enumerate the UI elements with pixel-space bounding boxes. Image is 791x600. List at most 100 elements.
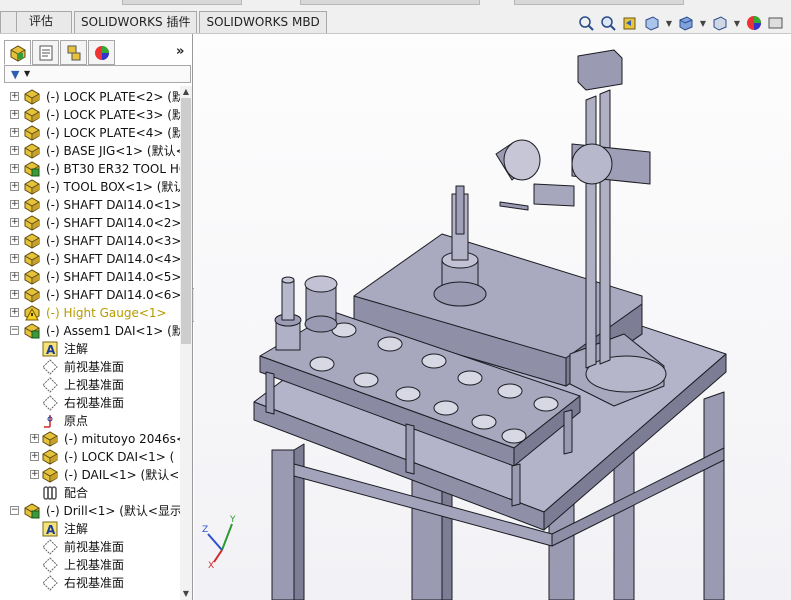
- tree-item[interactable]: + (-) DAIL<1> (默认<: [0, 466, 180, 484]
- tree-item[interactable]: + (-) SHAFT DAI14.0<5>: [0, 268, 180, 286]
- tree-item[interactable]: + (-) SHAFT DAI14.0<4>: [0, 250, 180, 268]
- tree-item[interactable]: − (-) Assem1 DAI<1> (默: [0, 322, 180, 340]
- tree-item[interactable]: A 注解: [0, 520, 180, 538]
- tab-solidworks-addins[interactable]: SOLIDWORKS 插件: [74, 11, 198, 33]
- configuration-manager-icon[interactable]: [60, 40, 87, 65]
- tree-item-label: 注解: [64, 522, 89, 536]
- plane-icon: [42, 575, 58, 591]
- ribbon-edge: [300, 0, 480, 5]
- assembly-icon: [24, 503, 40, 519]
- annotation-icon: A: [42, 521, 58, 537]
- tree-item[interactable]: 上视基准面: [0, 376, 180, 394]
- tab-evaluate-label: 评估: [29, 14, 54, 28]
- scroll-down-arrow-icon[interactable]: ▼: [180, 588, 192, 600]
- ribbon-edge: [122, 0, 242, 5]
- tree-item[interactable]: + (-) SHAFT DAI14.0<3>: [0, 232, 180, 250]
- tree-item[interactable]: − (-) Drill<1> (默认<显示: [0, 502, 180, 520]
- expand-icon[interactable]: +: [10, 200, 19, 209]
- tree-item[interactable]: + (-) LOCK PLATE<4> (默: [0, 124, 180, 142]
- origin-icon: [42, 413, 58, 429]
- tree-item[interactable]: 前视基准面: [0, 538, 180, 556]
- tree-item[interactable]: + (-) LOCK PLATE<2> (默: [0, 88, 180, 106]
- tree-item[interactable]: + (-) Hight Gauge<1>: [0, 304, 180, 322]
- part-icon: [24, 287, 40, 303]
- expand-icon[interactable]: +: [10, 254, 19, 263]
- previous-view-icon[interactable]: [621, 14, 639, 32]
- tree-item-label: (-) SHAFT DAI14.0<3>: [46, 234, 180, 248]
- more-tabs-button[interactable]: »: [176, 44, 184, 59]
- part-icon: [24, 269, 40, 285]
- expand-icon[interactable]: +: [10, 290, 19, 299]
- triad-z-label: Z: [202, 525, 208, 535]
- tree-item[interactable]: + (-) SHAFT DAI14.0<6>: [0, 286, 180, 304]
- tree-item-label: (-) Assem1 DAI<1> (默: [46, 324, 180, 338]
- zoom-to-fit-icon[interactable]: [577, 14, 595, 32]
- tree-item-label: 上视基准面: [64, 558, 125, 572]
- tab-evaluate[interactable]: 评估: [0, 11, 72, 33]
- property-manager-icon[interactable]: [32, 40, 59, 65]
- tree-item[interactable]: A 注解: [0, 340, 180, 358]
- scroll-up-arrow-icon[interactable]: ▲: [180, 86, 192, 98]
- ribbon-edge: [514, 0, 684, 5]
- tree-item[interactable]: + (-) LOCK DAI<1> (: [0, 448, 180, 466]
- appearance-icon[interactable]: [745, 14, 763, 32]
- panel-tabs: [4, 40, 115, 66]
- expand-icon[interactable]: +: [10, 308, 19, 317]
- tree-item[interactable]: 原点: [0, 412, 180, 430]
- tree-item[interactable]: 前视基准面: [0, 358, 180, 376]
- tree-item[interactable]: 配合: [0, 484, 180, 502]
- tree-item[interactable]: 右视基准面: [0, 574, 180, 592]
- tree-item[interactable]: + (-) BASE JIG<1> (默认<: [0, 142, 180, 160]
- tree-item-label: (-) LOCK DAI<1> (: [64, 450, 175, 464]
- scene-icon[interactable]: [767, 14, 785, 32]
- tree-item-label: 右视基准面: [64, 576, 125, 590]
- tree-item[interactable]: 右视基准面: [0, 394, 180, 412]
- tree-item[interactable]: + (-) BT30 ER32 TOOL HO: [0, 160, 180, 178]
- plane-icon: [42, 395, 58, 411]
- expand-icon[interactable]: +: [30, 434, 39, 443]
- display-style-icon[interactable]: [711, 14, 729, 32]
- expand-icon[interactable]: +: [10, 110, 19, 119]
- collapse-icon[interactable]: −: [10, 506, 19, 515]
- view-orientation-icon[interactable]: [677, 14, 695, 32]
- tree-item[interactable]: + (-) mitutoyo 2046s<: [0, 430, 180, 448]
- expand-icon[interactable]: +: [30, 452, 39, 461]
- expand-icon[interactable]: +: [10, 236, 19, 245]
- command-tabs: 评估 SOLIDWORKS 插件 SOLIDWORKS MBD: [0, 11, 329, 33]
- scroll-thumb[interactable]: [181, 98, 191, 344]
- tree-item-label: 前视基准面: [64, 540, 125, 554]
- tree-item-label: (-) SHAFT DAI14.0<6>: [46, 288, 180, 302]
- tree-item[interactable]: + (-) SHAFT DAI14.0<2>: [0, 214, 180, 232]
- display-manager-icon[interactable]: [88, 40, 115, 65]
- expand-icon[interactable]: +: [10, 92, 19, 101]
- expand-icon[interactable]: +: [10, 272, 19, 281]
- collapse-icon[interactable]: −: [10, 326, 19, 335]
- graphics-area[interactable]: Y Z X: [194, 34, 791, 600]
- tab-solidworks-mbd[interactable]: SOLIDWORKS MBD: [199, 11, 327, 33]
- expand-icon[interactable]: +: [30, 470, 39, 479]
- tree-item[interactable]: + (-) LOCK PLATE<3> (默: [0, 106, 180, 124]
- tree-scrollbar[interactable]: ▲ ▼: [180, 86, 192, 600]
- tree-item-label: (-) SHAFT DAI14.0<5>: [46, 270, 180, 284]
- chevron-down-icon[interactable]: ▼: [699, 14, 707, 32]
- feature-manager-icon[interactable]: [4, 40, 31, 65]
- part-icon: [24, 233, 40, 249]
- expand-icon[interactable]: +: [10, 128, 19, 137]
- chevron-down-icon[interactable]: ▼: [665, 14, 673, 32]
- section-view-icon[interactable]: [643, 14, 661, 32]
- tree-item[interactable]: 上视基准面: [0, 556, 180, 574]
- triad-y-label: Y: [229, 515, 236, 525]
- expand-icon[interactable]: +: [10, 182, 19, 191]
- zoom-area-icon[interactable]: [599, 14, 617, 32]
- tree-item[interactable]: + (-) TOOL BOX<1> (默认: [0, 178, 180, 196]
- expand-icon[interactable]: +: [10, 146, 19, 155]
- expand-icon[interactable]: +: [10, 164, 19, 173]
- chevron-down-icon[interactable]: ▼: [733, 14, 741, 32]
- tree-item[interactable]: + (-) SHAFT DAI14.0<1>: [0, 196, 180, 214]
- feature-manager-panel: » ▼ ▼ + (-) LOCK PLATE<2> (默 + (-) LOCK PLA…: [0, 34, 193, 600]
- filter-icon[interactable]: ▼: [11, 68, 19, 81]
- tree-filter-bar[interactable]: ▼ ▼: [4, 65, 191, 83]
- chevron-down-icon[interactable]: ▼: [24, 69, 30, 78]
- expand-icon[interactable]: +: [10, 218, 19, 227]
- svg-text:A: A: [46, 523, 56, 537]
